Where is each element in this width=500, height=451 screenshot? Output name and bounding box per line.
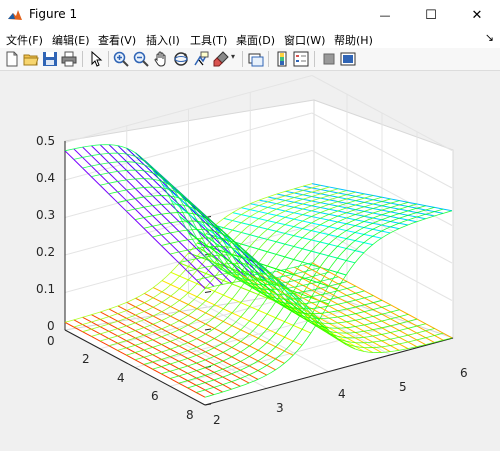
menu-file[interactable]: 文件(F) <box>6 32 43 48</box>
menu-tools[interactable]: 工具(T) <box>190 32 227 48</box>
new-figure-icon[interactable] <box>4 51 20 67</box>
minimize-button[interactable]: — <box>362 0 408 30</box>
rotate-3d-icon[interactable] <box>173 51 189 67</box>
close-button[interactable]: ✕ <box>454 0 500 30</box>
axes-3d[interactable]: 0.5 0.4 0.3 0.2 0.1 0 0 2 4 6 8 2 3 4 5 … <box>0 71 500 447</box>
y-tick-label: 8 <box>186 408 194 422</box>
menu-overflow-icon[interactable]: ↘ <box>485 31 494 44</box>
open-file-icon[interactable] <box>23 51 39 67</box>
y-tick-label: 0 <box>47 334 55 348</box>
brush-dropdown-icon[interactable]: ▾ <box>231 52 235 61</box>
menu-insert[interactable]: 插入(I) <box>146 32 180 48</box>
z-tick-label: 0.1 <box>36 282 55 296</box>
toolbar-separator <box>242 51 243 67</box>
x-tick-label: 3 <box>276 401 284 415</box>
menu-window[interactable]: 窗口(W) <box>284 32 325 48</box>
hide-plot-tools-icon[interactable] <box>321 51 337 67</box>
toolbar-separator <box>314 51 315 67</box>
toolbar-separator <box>108 51 109 67</box>
figure-toolbar: ▾ <box>0 48 500 71</box>
menu-bar: 文件(F) 编辑(E) 查看(V) 插入(I) 工具(T) 桌面(D) 窗口(W… <box>0 30 500 48</box>
y-tick-label: 6 <box>151 389 159 403</box>
data-cursor-icon[interactable] <box>193 51 209 67</box>
minimize-icon: — <box>379 8 391 22</box>
zoom-in-icon[interactable] <box>113 51 129 67</box>
title-bar: Figure 1 — ☐ ✕ <box>0 0 500 31</box>
menu-desktop[interactable]: 桌面(D) <box>236 32 275 48</box>
print-icon[interactable] <box>61 51 77 67</box>
menu-view[interactable]: 查看(V) <box>98 32 136 48</box>
menu-help[interactable]: 帮助(H) <box>334 32 373 48</box>
brush-icon[interactable] <box>213 51 229 67</box>
window-title: Figure 1 <box>29 7 78 21</box>
maximize-button[interactable]: ☐ <box>408 0 454 30</box>
menu-edit[interactable]: 编辑(E) <box>52 32 90 48</box>
toolbar-separator <box>82 51 83 67</box>
x-tick-label: 4 <box>338 387 346 401</box>
z-tick-label: 0 <box>47 319 55 333</box>
pointer-icon[interactable] <box>88 51 104 67</box>
x-tick-label: 5 <box>399 380 407 394</box>
save-icon[interactable] <box>42 51 58 67</box>
y-tick-label: 2 <box>82 352 90 366</box>
x-tick-label: 6 <box>460 366 468 380</box>
matlab-logo-icon <box>7 7 23 23</box>
zoom-out-icon[interactable] <box>133 51 149 67</box>
link-plot-icon[interactable] <box>248 51 264 67</box>
z-tick-label: 0.3 <box>36 208 55 222</box>
maximize-icon: ☐ <box>425 7 437 23</box>
z-tick-label: 0.4 <box>36 171 55 185</box>
pan-hand-icon[interactable] <box>153 51 169 67</box>
y-tick-label: 4 <box>117 371 125 385</box>
x-tick-label: 2 <box>213 413 221 427</box>
legend-icon[interactable] <box>293 51 309 67</box>
toolbar-separator <box>268 51 269 67</box>
z-tick-label: 0.2 <box>36 245 55 259</box>
close-icon: ✕ <box>471 7 483 23</box>
colorbar-icon[interactable] <box>274 51 290 67</box>
figure-canvas[interactable]: 0.5 0.4 0.3 0.2 0.1 0 0 2 4 6 8 2 3 4 5 … <box>0 71 500 447</box>
show-plot-tools-icon[interactable] <box>340 51 356 67</box>
z-tick-label: 0.5 <box>36 134 55 148</box>
